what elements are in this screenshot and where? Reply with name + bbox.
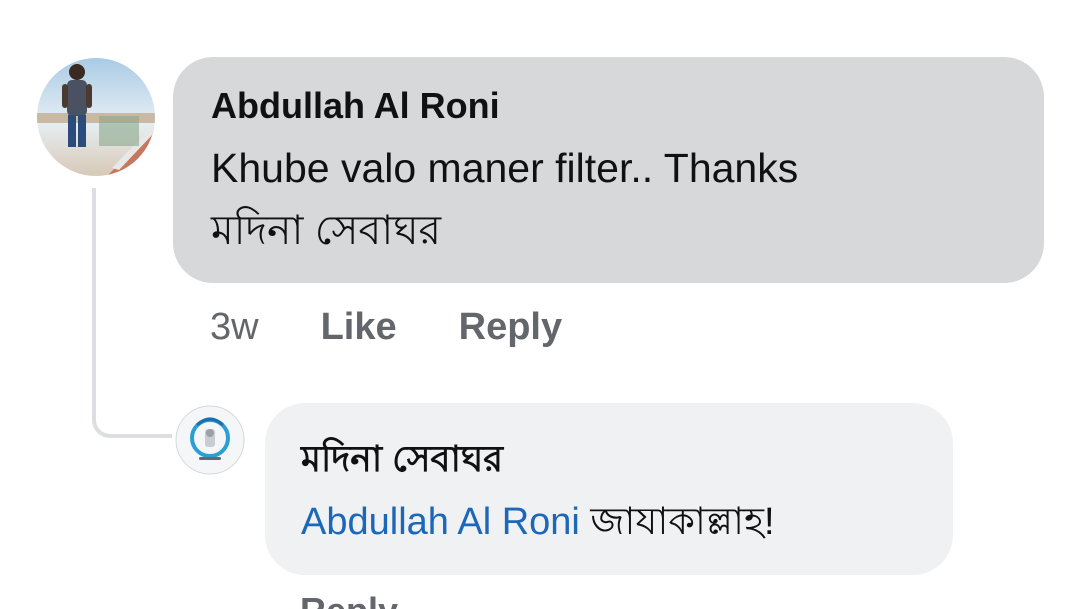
thread-connector-line	[92, 188, 172, 438]
comment-text-line: মদিনা সেবাঘর	[211, 207, 442, 253]
reply-text: Abdullah Al Roni জাযাকাল্লাহ!	[301, 497, 953, 547]
comment-actions: 3w Like Reply	[210, 302, 624, 352]
comment-text: Khube valo maner filter.. Thanks মদিনা স…	[211, 137, 1044, 261]
like-button[interactable]: Like	[321, 302, 397, 352]
comment-thread: Abdullah Al Roni Khube valo maner filter…	[0, 0, 1080, 609]
page-avatar[interactable]	[175, 405, 245, 475]
comment-timestamp[interactable]: 3w	[210, 302, 259, 352]
reply-button[interactable]: Reply	[459, 302, 562, 352]
comment-text-line: Khube valo maner filter.. Thanks	[211, 145, 799, 191]
reply-actions-cut[interactable]: Reply	[300, 588, 398, 609]
comment-bubble[interactable]: Abdullah Al Roni Khube valo maner filter…	[173, 57, 1044, 283]
reply-author[interactable]: মদিনা সেবাঘর	[301, 435, 953, 483]
user-photo-avatar	[37, 58, 155, 176]
mention-link[interactable]: Abdullah Al Roni	[301, 501, 580, 543]
page-logo-avatar	[175, 405, 245, 475]
comment-author[interactable]: Abdullah Al Roni	[211, 83, 1044, 129]
reply-bubble[interactable]: মদিনা সেবাঘর Abdullah Al Roni জাযাকাল্লা…	[265, 403, 953, 575]
commenter-avatar[interactable]	[37, 58, 155, 176]
reply-message: জাযাকাল্লাহ!	[590, 501, 775, 543]
